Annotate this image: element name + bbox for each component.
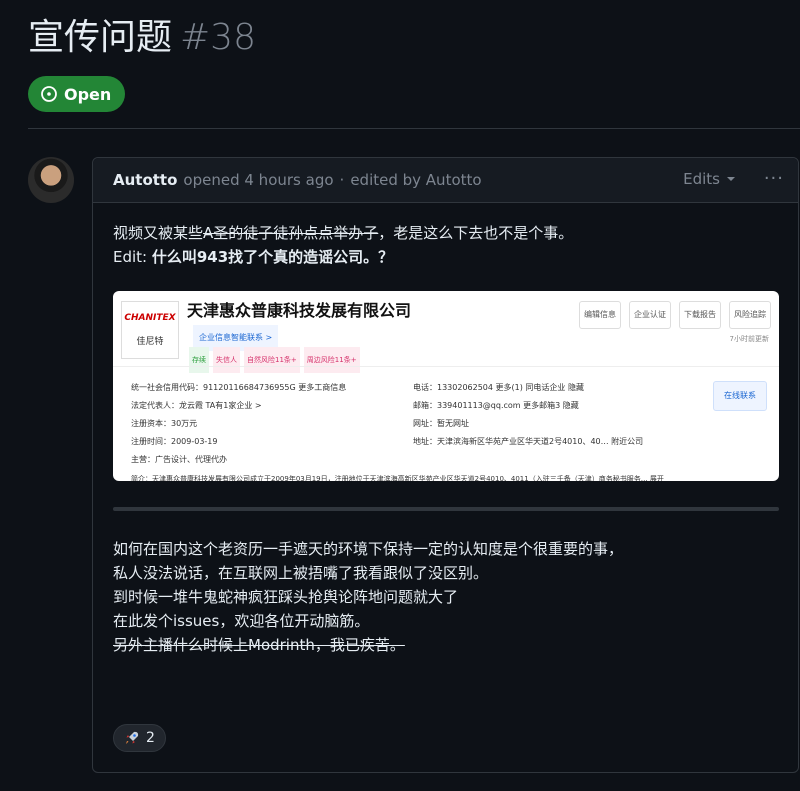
shot-divider — [113, 366, 779, 367]
issue-state-badge: Open — [28, 76, 126, 112]
comment-edit-line: Edit: 什么叫943找了个真的造谣公司。？ — [113, 245, 778, 269]
shot-action: 编辑信息 — [579, 301, 621, 329]
issue-open-icon — [41, 86, 57, 102]
para2-line: 私人没法说话，在互联网上被捂嘴了我看跟似了没区别。 — [113, 564, 489, 582]
shot-tag: 自然风险11条+ — [244, 347, 300, 373]
logo-text: CHANITEX — [124, 313, 176, 323]
shot-tag: 失信人 — [213, 347, 240, 373]
shot-contact-button: 在线联系 — [713, 381, 767, 411]
header-divider — [28, 128, 800, 129]
logo-sub-text: 佳尼特 — [136, 337, 164, 347]
comment-edited-by[interactable]: edited by Autotto — [350, 171, 481, 189]
company-logo: CHANITEX 佳尼特 — [121, 301, 179, 359]
rocket-icon — [126, 731, 139, 744]
comment-paragraph-3: 在此发个issues，欢迎各位开动脑筋。 — [113, 612, 370, 630]
shot-row: 注册时间：2009-03-19 — [131, 437, 218, 446]
kebab-menu-icon[interactable]: ··· — [764, 168, 784, 189]
reaction-rocket-button[interactable]: 2 — [113, 724, 166, 752]
shot-action: 下载报告 — [679, 301, 721, 329]
edit-bold-text: 什么叫943找了个真的造谣公司。？ — [151, 248, 394, 266]
shot-tag: 存续 — [189, 347, 209, 373]
shot-info-left: 统一社会信用代码：91120116684736955G 更多工商信息 法定代表人… — [131, 379, 431, 469]
line1-text-b: ，老是这么下去也不是个事。 — [378, 224, 574, 242]
issue-title-text: 宣传问题 — [28, 17, 173, 58]
edit-prefix: Edit: — [113, 248, 152, 266]
reaction-count: 2 — [146, 730, 155, 746]
header-separator: · — [339, 171, 345, 189]
caret-down-icon — [727, 177, 735, 181]
shot-action: 风险追踪 — [729, 301, 771, 329]
comment-header: Autotto opened 4 hours ago · edited by A… — [93, 158, 798, 203]
shot-row: 邮箱：339401113@qq.com 更多邮箱3 隐藏 — [413, 401, 579, 410]
shot-tags: 存续 失信人 自然风险11条+ 周边风险11条+ — [189, 347, 360, 373]
comment-opened-time[interactable]: opened 4 hours ago — [183, 171, 333, 189]
line1-strike-text: A圣的徒子徒孙点点举办子 — [203, 224, 379, 242]
comment-line-1: 视频又被某些A圣的徒子徒孙点点举办子，老是这么下去也不是个事。 — [113, 221, 778, 245]
comment-body: 视频又被某些A圣的徒子徒孙点点举办子，老是这么下去也不是个事。 Edit: 什么… — [93, 203, 798, 657]
shot-action: 企业认证 — [629, 301, 671, 329]
shot-row: 网址：暂无网址 — [413, 419, 469, 428]
shot-row: 注册资本：30万元 — [131, 419, 198, 428]
shot-info-right: 电话：13302062504 更多(1) 同电话企业 隐藏 邮箱：3394011… — [413, 379, 713, 451]
issue-comment: Autotto opened 4 hours ago · edited by A… — [92, 157, 799, 773]
screenshot-action-bar: 编辑信息 企业认证 下载报告 风险追踪 — [579, 301, 771, 329]
shot-intro: 简介：天津惠众普康科技发展有限公司成立于2009年03月19日，注册地位于天津滨… — [131, 475, 664, 481]
shot-updated: 7小时前更新 — [729, 335, 769, 343]
para2-line: 到时候一堆牛鬼蛇神疯狂踩头抢舆论阵地问题就大了 — [113, 588, 459, 606]
para2-line: 如何在国内这个老资历一手遮天的环境下保持一定的认知度是个很重要的事， — [113, 540, 624, 558]
edits-dropdown[interactable]: Edits — [683, 170, 736, 188]
shot-row: 统一社会信用代码：91120116684736955G 更多工商信息 — [131, 383, 347, 392]
line1-text-a: 视频又被某些 — [113, 224, 204, 242]
author-avatar[interactable] — [28, 157, 74, 203]
issue-title: 宣传问题 #38 — [28, 8, 256, 60]
shot-row: 电话：13302062504 更多(1) 同电话企业 隐藏 — [413, 383, 584, 392]
shot-row: 法定代表人：龙云霞 TA有1家企业 > — [131, 401, 262, 410]
shot-row: 地址：天津滨海新区华苑产业区华天道2号4010、40… 附近公司 — [413, 437, 644, 446]
comment-author[interactable]: Autotto — [113, 171, 177, 189]
horizontal-rule — [113, 507, 779, 511]
edits-label: Edits — [683, 170, 720, 188]
embedded-screenshot[interactable]: CHANITEX 佳尼特 天津惠众普康科技发展有限公司 编辑信息 企业认证 下载… — [113, 291, 779, 481]
issue-number: #38 — [180, 17, 256, 58]
issue-state-label: Open — [64, 84, 112, 104]
company-name: 天津惠众普康科技发展有限公司 — [187, 301, 412, 320]
comment-paragraph-4: 另外主播什么时候上Modrinth，我已疾苦。 — [113, 636, 405, 654]
shot-tag: 周边风险11条+ — [303, 347, 360, 373]
comment-paragraph-2: 如何在国内这个老资历一手遮天的环境下保持一定的认知度是个很重要的事， 私人没法说… — [113, 537, 778, 609]
